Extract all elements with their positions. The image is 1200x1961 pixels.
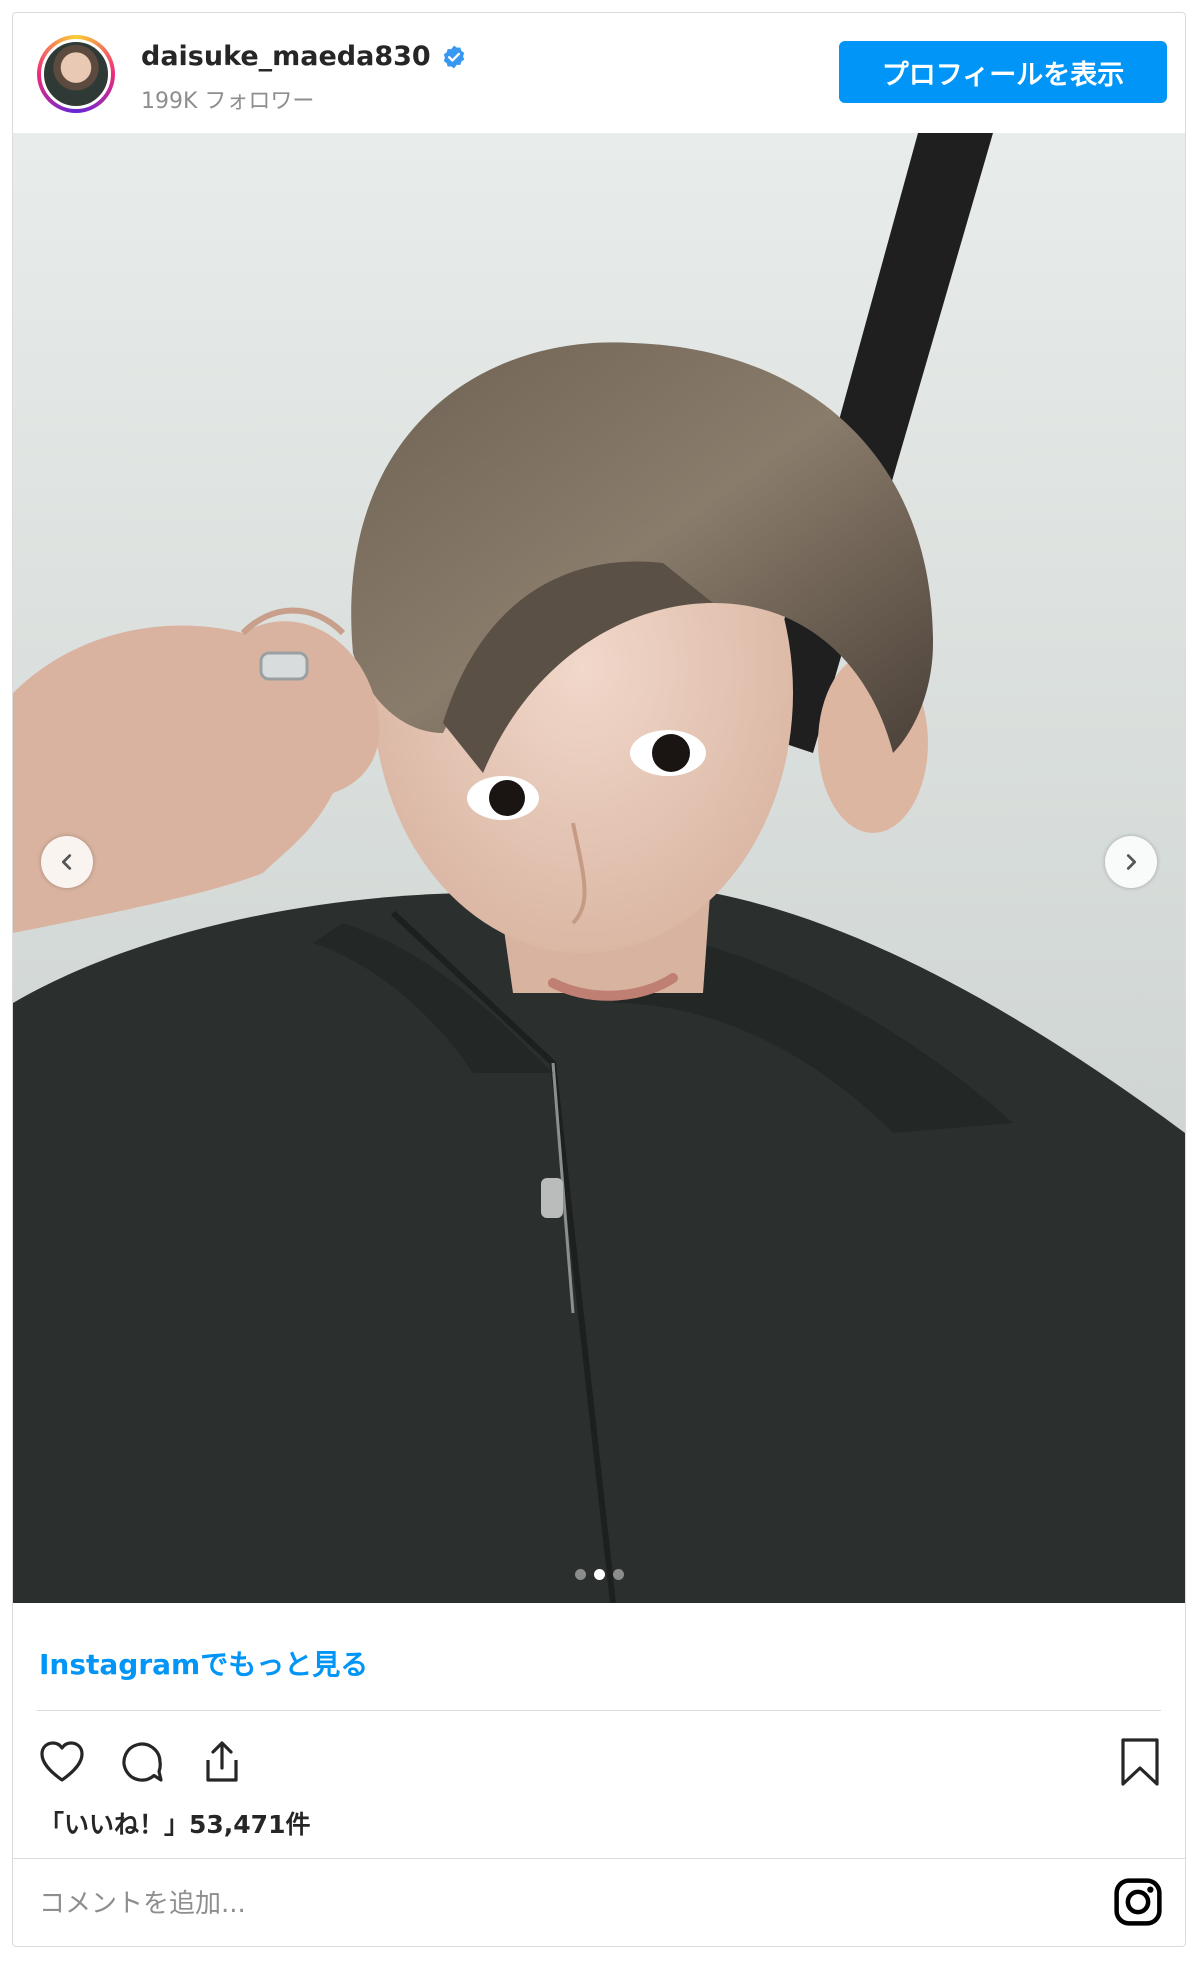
comment-button[interactable] xyxy=(115,1735,169,1789)
view-more-on-instagram-link[interactable]: Instagramでもっと見る xyxy=(39,1643,368,1683)
heart-icon xyxy=(40,1741,84,1782)
like-button[interactable] xyxy=(35,1735,89,1789)
avatar-image xyxy=(41,39,111,109)
username[interactable]: daisuke_maeda830 xyxy=(141,41,431,72)
chevron-right-icon xyxy=(1126,854,1137,870)
instagram-icon[interactable] xyxy=(1111,1875,1165,1929)
carousel-dot xyxy=(612,1569,624,1580)
action-bar xyxy=(35,1735,249,1789)
avatar[interactable] xyxy=(37,35,115,113)
previous-slide-button[interactable] xyxy=(41,836,93,888)
post-photo[interactable] xyxy=(13,133,1185,1603)
carousel-dot xyxy=(574,1569,586,1580)
chevron-left-icon xyxy=(61,854,72,870)
comment-input[interactable] xyxy=(37,1881,901,1927)
next-slide-button[interactable] xyxy=(1105,836,1157,888)
like-count: 「いいね！」53,471件 xyxy=(39,1810,311,1839)
save-button[interactable] xyxy=(1113,1735,1167,1789)
share-icon xyxy=(206,1741,238,1782)
selfie-image xyxy=(13,133,1185,1603)
instagram-embed-card: daisuke_maeda830 199K フォロワー プロフィールを表示 In… xyxy=(12,12,1186,1947)
follower-count: 199K フォロワー xyxy=(141,89,315,114)
verified-badge-icon xyxy=(443,45,464,68)
comment-icon xyxy=(122,1742,163,1782)
view-profile-button[interactable]: プロフィールを表示 xyxy=(839,41,1167,103)
share-button[interactable] xyxy=(195,1735,249,1789)
username-row: daisuke_maeda830 xyxy=(141,41,467,72)
carousel-dot xyxy=(593,1569,605,1580)
carousel-indicator xyxy=(13,1569,1185,1580)
divider xyxy=(37,1710,1161,1711)
bookmark-icon xyxy=(1121,1738,1159,1786)
post-header: daisuke_maeda830 199K フォロワー プロフィールを表示 xyxy=(13,13,1185,133)
comment-bar xyxy=(13,1858,1185,1947)
